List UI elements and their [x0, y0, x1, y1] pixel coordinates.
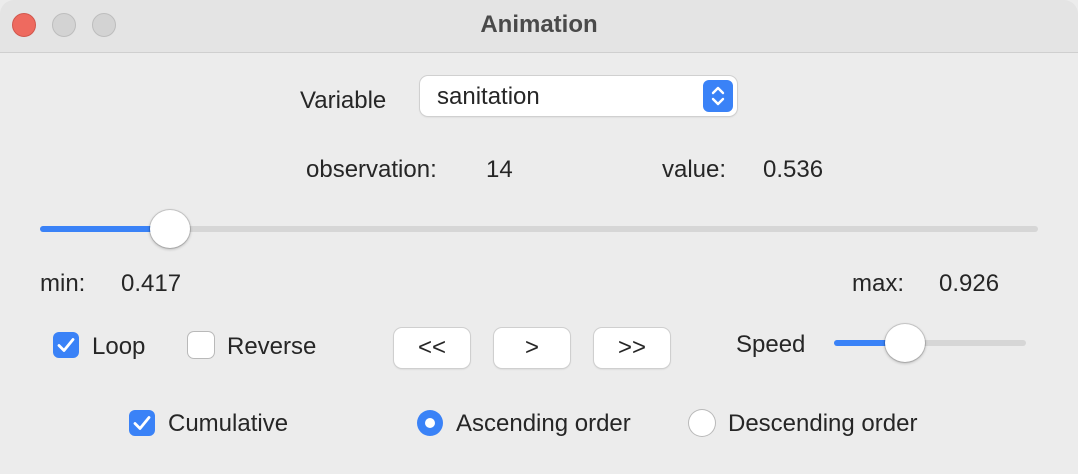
- animation-window: Animation Variable sanitation observatio…: [0, 0, 1078, 474]
- variable-label: Variable: [300, 87, 387, 114]
- variable-select[interactable]: sanitation: [420, 76, 737, 116]
- speed-label: Speed: [736, 331, 806, 358]
- loop-checkbox[interactable]: [53, 332, 79, 358]
- descending-order-label[interactable]: Descending order: [728, 410, 917, 438]
- observation-value: 14: [486, 156, 513, 183]
- play-button[interactable]: >: [494, 328, 570, 368]
- forward-button[interactable]: >>: [594, 328, 670, 368]
- title-bar: Animation: [0, 0, 1078, 53]
- reverse-checkbox[interactable]: [188, 332, 214, 358]
- variable-selected-value: sanitation: [437, 83, 540, 110]
- loop-label[interactable]: Loop: [92, 333, 145, 361]
- observation-slider-knob[interactable]: [149, 210, 190, 248]
- min-label: min:: [40, 270, 86, 297]
- value-label: value:: [662, 156, 727, 183]
- checkmark-icon: [57, 338, 75, 352]
- window-title: Animation: [480, 11, 598, 38]
- reverse-label[interactable]: Reverse: [227, 333, 316, 361]
- ascending-order-label[interactable]: Ascending order: [456, 410, 631, 438]
- min-value: 0.417: [121, 270, 182, 297]
- max-label: max:: [852, 270, 905, 297]
- speed-slider-knob[interactable]: [885, 324, 926, 362]
- ascending-order-radio[interactable]: [417, 410, 443, 436]
- descending-order-radio[interactable]: [689, 410, 715, 436]
- cumulative-label[interactable]: Cumulative: [168, 410, 288, 438]
- value-value: 0.536: [763, 156, 824, 183]
- chevron-up-down-icon: [703, 80, 733, 112]
- max-value: 0.926: [939, 270, 1000, 297]
- observation-label: observation:: [306, 156, 437, 183]
- rewind-button[interactable]: <<: [394, 328, 470, 368]
- checkmark-icon: [133, 416, 151, 430]
- cumulative-checkbox[interactable]: [129, 410, 155, 436]
